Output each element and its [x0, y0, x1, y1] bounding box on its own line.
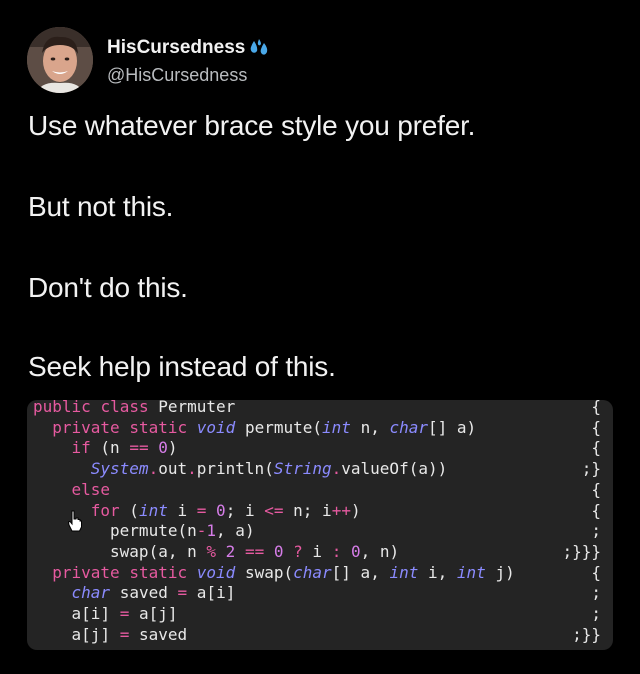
tweet-header: HisCursedness @HisCursedness [27, 27, 617, 97]
code-line: System.out.println(String.valueOf(a)) [90, 459, 448, 479]
code-screenshot[interactable]: public class Permuter { private static voi… [27, 400, 613, 650]
tweet-line-1: Use whatever brace style you prefer. [28, 110, 476, 141]
code-line: a[i] = a[j] [71, 604, 178, 623]
code-brace: ;} [581, 459, 601, 479]
hand-cursor-icon [67, 510, 83, 532]
tweet-line-4: Seek help instead of this. [28, 351, 336, 382]
code-line: private static void permute(int n, char[… [52, 417, 477, 437]
user-handle[interactable]: @HisCursedness [107, 65, 247, 86]
sweat-droplets-icon [249, 39, 271, 57]
tweet-line-2: But not this. [28, 191, 174, 222]
code-brace: ; [591, 583, 601, 603]
code-brace: { [591, 562, 601, 582]
code-line: char saved = a[i] [71, 583, 236, 603]
code-brace: { [591, 438, 601, 458]
code-line: private static void swap(char[] a, int i… [52, 562, 515, 582]
code-line: public class Permuter [33, 400, 236, 416]
code-brace: { [591, 500, 601, 520]
code-brace: { [591, 400, 601, 416]
code-brace: { [591, 479, 601, 499]
display-name[interactable]: HisCursedness [107, 37, 245, 59]
code-line: swap(a, n % 2 == 0 ? i : 0, n) [110, 541, 400, 561]
code-line: for (int i = 0; i <= n; i++) [90, 500, 361, 520]
code-line: a[j] = saved [71, 624, 188, 644]
code-line: permute(n-1, a) [110, 521, 255, 541]
code-line: else [71, 479, 111, 499]
avatar[interactable] [27, 27, 93, 93]
code-brace: ;}}} [562, 541, 601, 561]
tweet-line-3: Don't do this. [28, 272, 188, 303]
code-brace: ;}} [572, 624, 601, 644]
avatar-photo [27, 27, 93, 93]
code-brace: ; [591, 604, 601, 623]
code-brace: { [591, 417, 601, 437]
name-row: HisCursedness [107, 37, 271, 59]
code-brace: ; [591, 521, 601, 541]
code-line: if (n == 0) [71, 438, 178, 458]
